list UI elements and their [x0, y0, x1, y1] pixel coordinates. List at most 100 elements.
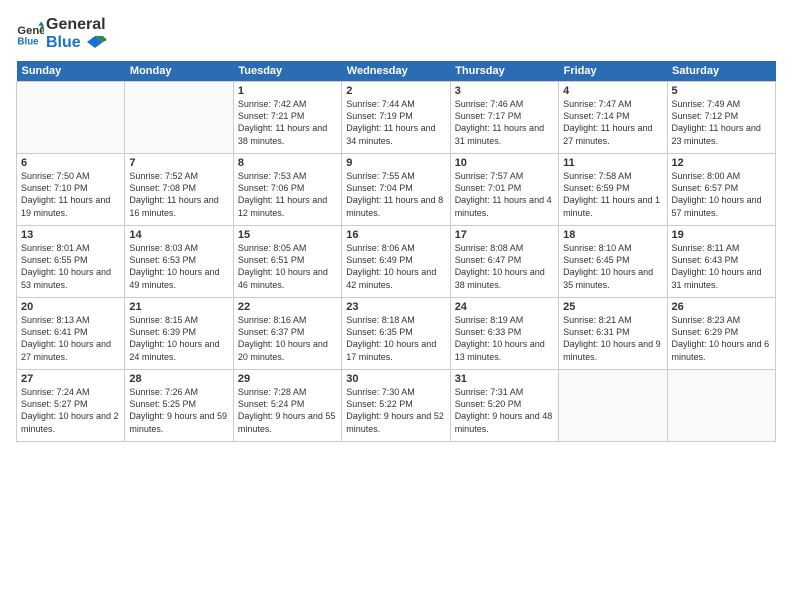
header-row: SundayMondayTuesdayWednesdayThursdayFrid… [17, 61, 776, 82]
day-cell: 7Sunrise: 7:52 AM Sunset: 7:08 PM Daylig… [125, 154, 233, 226]
day-number: 9 [346, 157, 445, 169]
day-info: Sunrise: 8:11 AM Sunset: 6:43 PM Dayligh… [672, 242, 771, 291]
day-number: 24 [455, 301, 554, 313]
day-number: 12 [672, 157, 771, 169]
day-cell: 24Sunrise: 8:19 AM Sunset: 6:33 PM Dayli… [450, 298, 558, 370]
day-header-thursday: Thursday [450, 61, 558, 82]
svg-text:Blue: Blue [17, 36, 39, 47]
day-cell: 16Sunrise: 8:06 AM Sunset: 6:49 PM Dayli… [342, 226, 450, 298]
day-info: Sunrise: 7:42 AM Sunset: 7:21 PM Dayligh… [238, 98, 337, 147]
day-number: 15 [238, 229, 337, 241]
week-row-2: 6Sunrise: 7:50 AM Sunset: 7:10 PM Daylig… [17, 154, 776, 226]
day-header-sunday: Sunday [17, 61, 125, 82]
day-cell: 9Sunrise: 7:55 AM Sunset: 7:04 PM Daylig… [342, 154, 450, 226]
day-info: Sunrise: 8:18 AM Sunset: 6:35 PM Dayligh… [346, 314, 445, 363]
day-info: Sunrise: 8:01 AM Sunset: 6:55 PM Dayligh… [21, 242, 120, 291]
day-number: 11 [563, 157, 662, 169]
week-row-1: 1Sunrise: 7:42 AM Sunset: 7:21 PM Daylig… [17, 82, 776, 154]
day-cell: 20Sunrise: 8:13 AM Sunset: 6:41 PM Dayli… [17, 298, 125, 370]
logo-flag-icon [87, 36, 107, 48]
week-row-5: 27Sunrise: 7:24 AM Sunset: 5:27 PM Dayli… [17, 370, 776, 442]
day-number: 6 [21, 157, 120, 169]
logo: General Blue General Blue [16, 16, 107, 51]
day-cell: 17Sunrise: 8:08 AM Sunset: 6:47 PM Dayli… [450, 226, 558, 298]
day-number: 16 [346, 229, 445, 241]
day-info: Sunrise: 7:50 AM Sunset: 7:10 PM Dayligh… [21, 170, 120, 219]
logo-icon: General Blue [16, 20, 44, 48]
day-cell: 27Sunrise: 7:24 AM Sunset: 5:27 PM Dayli… [17, 370, 125, 442]
logo-general: General [46, 16, 107, 34]
day-cell: 4Sunrise: 7:47 AM Sunset: 7:14 PM Daylig… [559, 82, 667, 154]
calendar-table: SundayMondayTuesdayWednesdayThursdayFrid… [16, 61, 776, 442]
day-info: Sunrise: 7:30 AM Sunset: 5:22 PM Dayligh… [346, 386, 445, 435]
day-number: 22 [238, 301, 337, 313]
day-info: Sunrise: 8:16 AM Sunset: 6:37 PM Dayligh… [238, 314, 337, 363]
day-info: Sunrise: 7:26 AM Sunset: 5:25 PM Dayligh… [129, 386, 228, 435]
day-info: Sunrise: 8:08 AM Sunset: 6:47 PM Dayligh… [455, 242, 554, 291]
logo-text-block: General Blue [46, 16, 107, 51]
page-container: General Blue General Blue [0, 0, 792, 450]
week-row-3: 13Sunrise: 8:01 AM Sunset: 6:55 PM Dayli… [17, 226, 776, 298]
day-cell [667, 370, 775, 442]
day-cell: 2Sunrise: 7:44 AM Sunset: 7:19 PM Daylig… [342, 82, 450, 154]
day-cell: 14Sunrise: 8:03 AM Sunset: 6:53 PM Dayli… [125, 226, 233, 298]
day-cell: 15Sunrise: 8:05 AM Sunset: 6:51 PM Dayli… [233, 226, 341, 298]
day-info: Sunrise: 7:46 AM Sunset: 7:17 PM Dayligh… [455, 98, 554, 147]
day-info: Sunrise: 8:10 AM Sunset: 6:45 PM Dayligh… [563, 242, 662, 291]
day-cell: 19Sunrise: 8:11 AM Sunset: 6:43 PM Dayli… [667, 226, 775, 298]
day-info: Sunrise: 7:44 AM Sunset: 7:19 PM Dayligh… [346, 98, 445, 147]
day-number: 19 [672, 229, 771, 241]
day-header-wednesday: Wednesday [342, 61, 450, 82]
day-number: 18 [563, 229, 662, 241]
day-header-saturday: Saturday [667, 61, 775, 82]
day-number: 29 [238, 373, 337, 385]
day-cell: 6Sunrise: 7:50 AM Sunset: 7:10 PM Daylig… [17, 154, 125, 226]
logo-blue: Blue [46, 34, 107, 52]
day-number: 10 [455, 157, 554, 169]
day-cell: 18Sunrise: 8:10 AM Sunset: 6:45 PM Dayli… [559, 226, 667, 298]
day-info: Sunrise: 8:05 AM Sunset: 6:51 PM Dayligh… [238, 242, 337, 291]
day-info: Sunrise: 7:58 AM Sunset: 6:59 PM Dayligh… [563, 170, 662, 219]
day-number: 2 [346, 85, 445, 97]
day-info: Sunrise: 7:55 AM Sunset: 7:04 PM Dayligh… [346, 170, 445, 219]
day-cell: 21Sunrise: 8:15 AM Sunset: 6:39 PM Dayli… [125, 298, 233, 370]
day-cell: 29Sunrise: 7:28 AM Sunset: 5:24 PM Dayli… [233, 370, 341, 442]
day-cell: 8Sunrise: 7:53 AM Sunset: 7:06 PM Daylig… [233, 154, 341, 226]
day-info: Sunrise: 7:53 AM Sunset: 7:06 PM Dayligh… [238, 170, 337, 219]
day-info: Sunrise: 8:00 AM Sunset: 6:57 PM Dayligh… [672, 170, 771, 219]
day-info: Sunrise: 7:24 AM Sunset: 5:27 PM Dayligh… [21, 386, 120, 435]
day-cell: 26Sunrise: 8:23 AM Sunset: 6:29 PM Dayli… [667, 298, 775, 370]
day-cell: 10Sunrise: 7:57 AM Sunset: 7:01 PM Dayli… [450, 154, 558, 226]
day-info: Sunrise: 8:06 AM Sunset: 6:49 PM Dayligh… [346, 242, 445, 291]
day-cell: 12Sunrise: 8:00 AM Sunset: 6:57 PM Dayli… [667, 154, 775, 226]
day-number: 28 [129, 373, 228, 385]
day-cell: 1Sunrise: 7:42 AM Sunset: 7:21 PM Daylig… [233, 82, 341, 154]
day-cell: 13Sunrise: 8:01 AM Sunset: 6:55 PM Dayli… [17, 226, 125, 298]
day-cell: 25Sunrise: 8:21 AM Sunset: 6:31 PM Dayli… [559, 298, 667, 370]
day-cell: 31Sunrise: 7:31 AM Sunset: 5:20 PM Dayli… [450, 370, 558, 442]
day-number: 7 [129, 157, 228, 169]
day-info: Sunrise: 8:21 AM Sunset: 6:31 PM Dayligh… [563, 314, 662, 363]
day-info: Sunrise: 7:52 AM Sunset: 7:08 PM Dayligh… [129, 170, 228, 219]
day-info: Sunrise: 7:28 AM Sunset: 5:24 PM Dayligh… [238, 386, 337, 435]
day-number: 27 [21, 373, 120, 385]
day-cell [559, 370, 667, 442]
day-cell [125, 82, 233, 154]
day-cell: 5Sunrise: 7:49 AM Sunset: 7:12 PM Daylig… [667, 82, 775, 154]
day-number: 13 [21, 229, 120, 241]
day-number: 30 [346, 373, 445, 385]
day-number: 25 [563, 301, 662, 313]
day-number: 14 [129, 229, 228, 241]
day-cell: 11Sunrise: 7:58 AM Sunset: 6:59 PM Dayli… [559, 154, 667, 226]
day-header-monday: Monday [125, 61, 233, 82]
day-header-friday: Friday [559, 61, 667, 82]
day-cell: 3Sunrise: 7:46 AM Sunset: 7:17 PM Daylig… [450, 82, 558, 154]
day-number: 23 [346, 301, 445, 313]
day-info: Sunrise: 7:31 AM Sunset: 5:20 PM Dayligh… [455, 386, 554, 435]
day-cell: 28Sunrise: 7:26 AM Sunset: 5:25 PM Dayli… [125, 370, 233, 442]
day-info: Sunrise: 8:03 AM Sunset: 6:53 PM Dayligh… [129, 242, 228, 291]
day-number: 17 [455, 229, 554, 241]
day-info: Sunrise: 8:23 AM Sunset: 6:29 PM Dayligh… [672, 314, 771, 363]
day-number: 21 [129, 301, 228, 313]
day-number: 31 [455, 373, 554, 385]
